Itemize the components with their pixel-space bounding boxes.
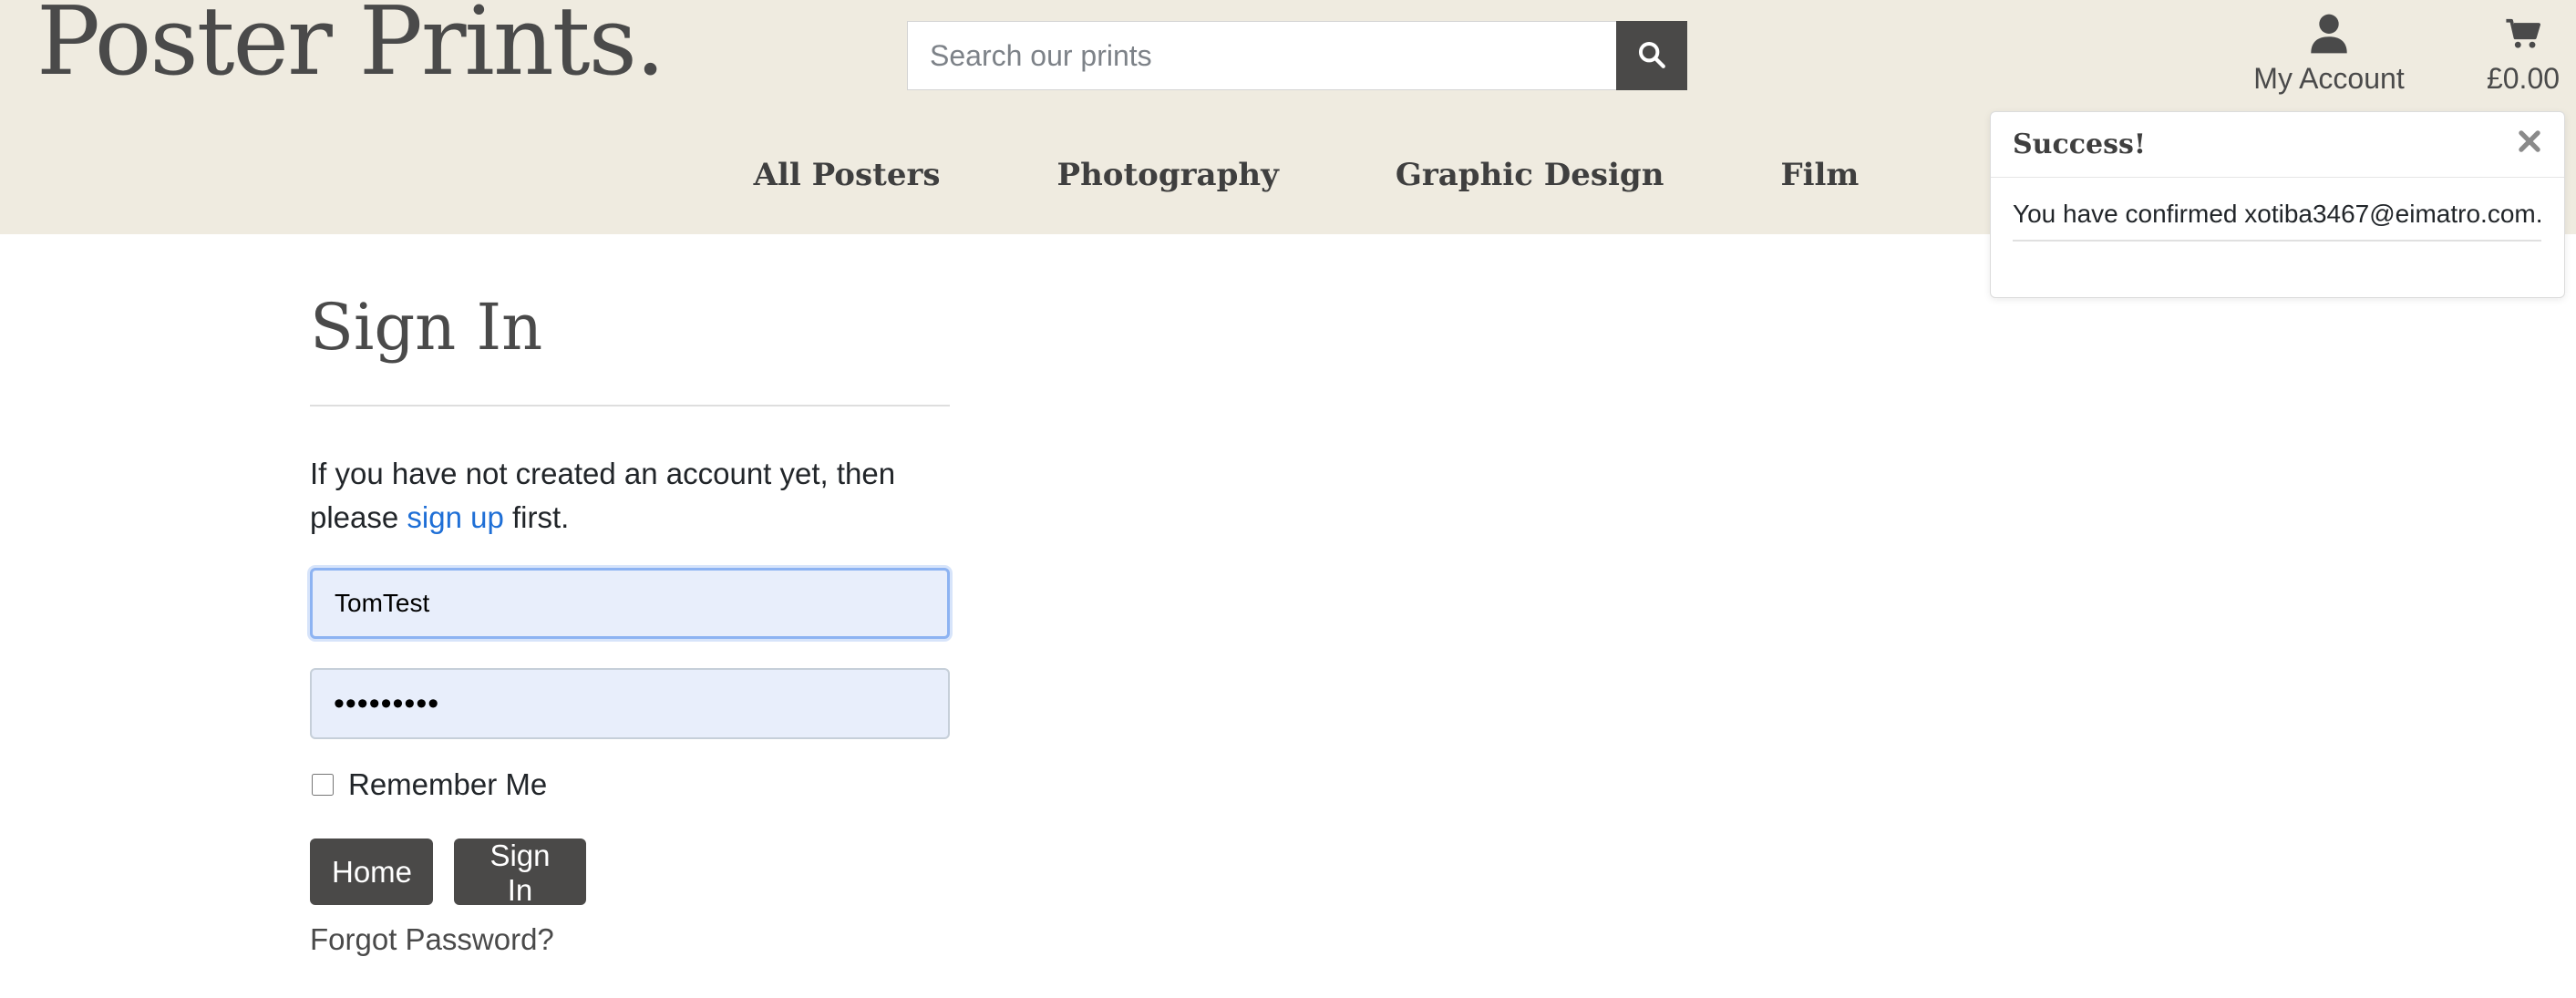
nav-item-graphic-design[interactable]: Graphic Design — [1396, 157, 1664, 193]
search-icon — [1636, 39, 1667, 73]
username-field[interactable] — [310, 568, 950, 639]
site-logo[interactable]: Poster Prints. — [36, 0, 665, 93]
signup-prompt: If you have not created an account yet, … — [310, 452, 948, 540]
my-account-link[interactable]: My Account — [2224, 9, 2434, 96]
forgot-password-link[interactable]: Forgot Password? — [310, 922, 554, 957]
toast-title: Success! — [2013, 129, 2147, 160]
sign-in-button[interactable]: Sign In — [454, 839, 586, 907]
signup-prompt-text-after: first. — [503, 500, 570, 534]
remember-me: Remember Me — [310, 767, 547, 802]
nav-item-all-posters[interactable]: All Posters — [754, 157, 941, 193]
search-button[interactable] — [1616, 21, 1687, 90]
nav-item-photography[interactable]: Photography — [1057, 157, 1279, 193]
sign-up-link[interactable]: sign up — [407, 500, 503, 534]
shopping-bag-link[interactable]: £0.00 — [2470, 9, 2576, 96]
success-toast: Success! You have confirmed xotiba3467@e… — [1990, 111, 2565, 298]
close-icon[interactable] — [2511, 123, 2548, 159]
search-form — [907, 21, 1687, 90]
toast-header: Success! — [1991, 112, 2564, 178]
home-button[interactable]: Home — [310, 839, 433, 905]
signup-prompt-text-before: If you have not created an account yet, … — [310, 457, 896, 534]
remember-me-label[interactable]: Remember Me — [348, 767, 547, 802]
nav-item-film[interactable]: Film — [1780, 157, 1859, 193]
my-account-label: My Account — [2253, 62, 2405, 95]
password-field[interactable] — [310, 668, 950, 739]
title-divider — [310, 405, 950, 406]
shopping-cart-icon — [2470, 9, 2576, 58]
remember-me-checkbox[interactable] — [312, 774, 334, 796]
user-icon — [2224, 9, 2434, 58]
toast-message: You have confirmed xotiba3467@eimatro.co… — [2013, 200, 2543, 242]
search-input[interactable] — [907, 21, 1616, 90]
page-title: Sign In — [310, 290, 543, 365]
bag-total: £0.00 — [2486, 62, 2561, 95]
